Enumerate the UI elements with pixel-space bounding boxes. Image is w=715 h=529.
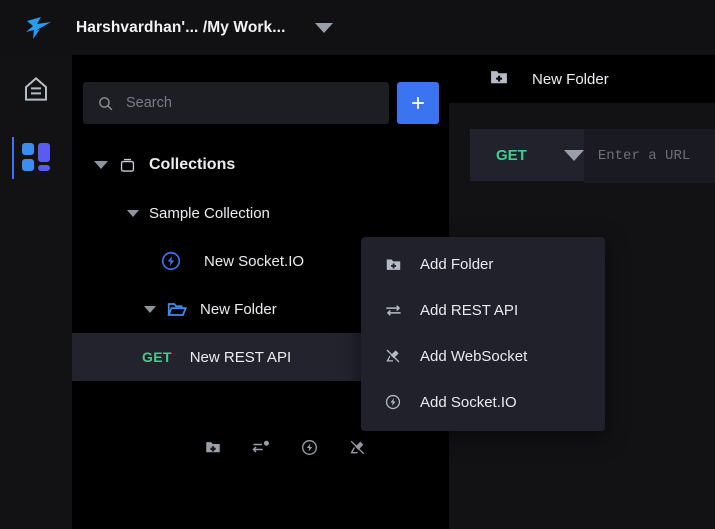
menu-item-add-rest-api[interactable]: Add REST API [361,287,605,333]
tab-new-folder[interactable]: New Folder [449,55,609,103]
add-new-button[interactable] [397,82,439,124]
menu-item-label: Add Socket.IO [420,393,517,411]
menu-item-label: Add Folder [420,255,494,273]
menu-item-add-websocket[interactable]: Add WebSocket [361,333,605,379]
tree-label: New Socket.IO [204,252,305,270]
rail-item-home[interactable] [0,55,72,123]
folder-plus-icon[interactable] [204,438,222,456]
tree-label: Collections [149,156,236,173]
folder-action-bar [204,437,367,457]
menu-item-add-socketio[interactable]: Add Socket.IO [361,379,605,425]
socketio-bolt-icon [160,250,182,272]
tree-row-collections[interactable]: Collections [72,141,448,189]
workspace-title: Harshvardhan'... /My Work... [76,18,286,36]
tree-label: New Folder [200,300,277,318]
hoppscotch-bird-logo-icon[interactable] [22,13,56,43]
tab-strip: New Folder [449,55,715,103]
bolt-circle-icon[interactable] [300,438,319,457]
plus-icon [412,97,424,109]
menu-item-label: Add REST API [420,301,519,319]
chevron-down-icon[interactable] [94,161,108,169]
menu-item-add-folder[interactable]: Add Folder [361,241,605,287]
collections-grid-icon [22,143,50,171]
tree-label: New REST API [189,348,292,366]
left-icon-rail [0,55,72,529]
chevron-down-icon[interactable] [315,22,334,33]
request-method-badge: GET [142,349,172,365]
home-icon [25,77,47,101]
url-bar: GET [470,129,715,183]
tab-label: New Folder [532,70,609,88]
chevron-down-icon[interactable] [144,305,156,313]
search-box[interactable] [83,82,389,124]
search-row [83,82,439,124]
arrows-plus-icon[interactable] [251,437,271,457]
rail-item-collections[interactable] [0,123,72,191]
url-input[interactable] [583,129,715,183]
plug-icon[interactable] [348,438,367,457]
tree-row-sample-collection[interactable]: Sample Collection [72,189,448,237]
top-bar: Harshvardhan'... /My Work... [0,0,715,55]
plug-icon [383,347,403,365]
search-input[interactable] [124,94,358,112]
folder-plus-icon [383,256,403,273]
method-select[interactable]: GET [470,129,584,181]
chevron-down-icon [563,149,584,161]
app-window: Harshvardhan'... /My Work... Search Coll… [0,0,715,529]
context-menu: Add Folder Add REST API Add WebSocket Ad… [361,237,605,431]
method-value: GET [496,146,527,164]
arrows-exchange-icon [383,301,403,320]
search-icon [97,95,114,112]
tree-label: Sample Collection [149,204,270,222]
chevron-down-icon[interactable] [127,209,139,217]
folder-plus-icon [489,67,509,92]
archive-box-icon [118,156,137,175]
bolt-circle-icon [383,393,403,411]
folder-open-icon [166,298,188,320]
menu-item-label: Add WebSocket [420,347,528,365]
